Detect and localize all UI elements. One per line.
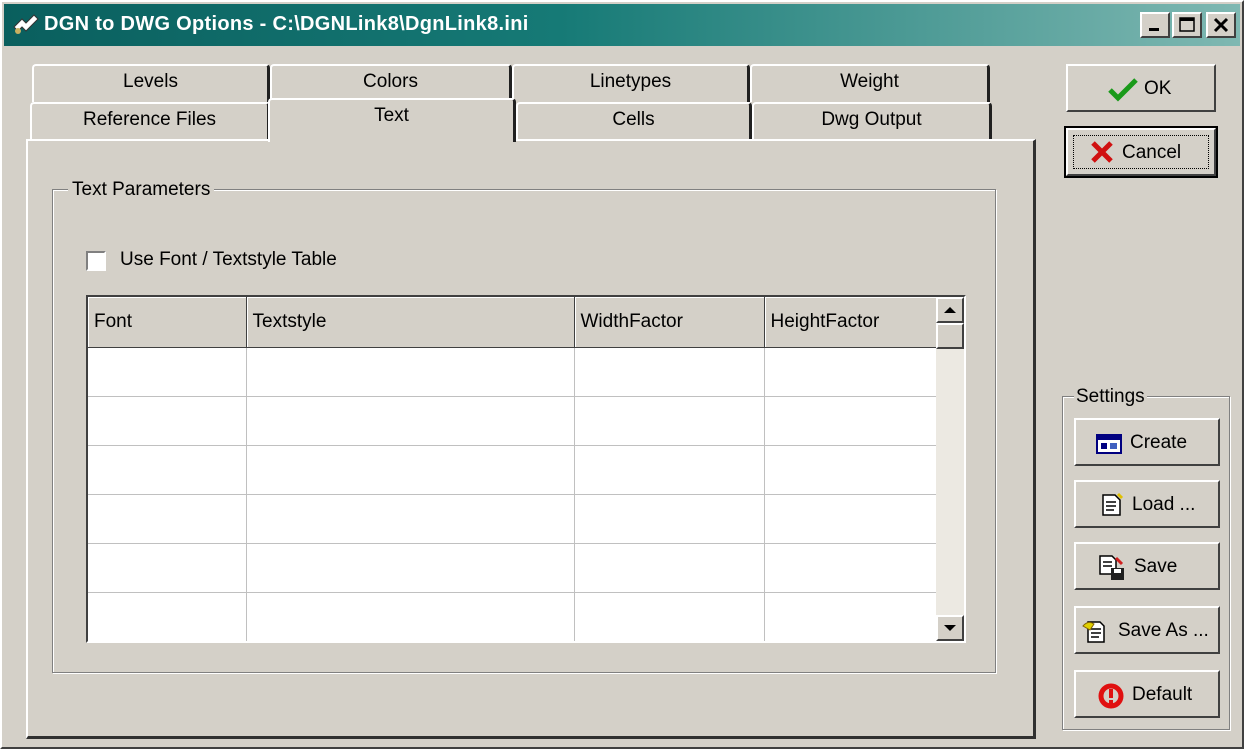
tab-colors[interactable]: Colors [270, 64, 512, 102]
table-cell[interactable] [246, 543, 575, 593]
table-cell[interactable] [764, 592, 937, 641]
settings-title: Settings [1074, 386, 1147, 408]
table-cell[interactable] [764, 396, 937, 446]
scroll-thumb[interactable] [936, 323, 964, 349]
table-row[interactable] [88, 494, 937, 544]
save-as-icon [1082, 621, 1105, 643]
window-title: DGN to DWG Options - C:\DGNLink8\DgnLink… [44, 13, 529, 35]
font-textstyle-table[interactable]: Font Textstyle WidthFactor HeightFactor [86, 295, 966, 643]
table-cell[interactable] [88, 494, 247, 544]
default-button[interactable]: Default [1074, 670, 1220, 718]
table-row[interactable] [88, 543, 937, 593]
create-icon [1096, 434, 1122, 454]
table-cell[interactable] [246, 445, 575, 495]
table-cell[interactable] [574, 445, 765, 495]
checkmark-icon [1108, 78, 1138, 102]
tab-linetypes[interactable]: Linetypes [512, 64, 750, 102]
table-row[interactable] [88, 396, 937, 446]
dialog-window: DGN to DWG Options - C:\DGNLink8\DgnLink… [0, 0, 1244, 749]
table-cell[interactable] [574, 592, 765, 641]
create-button[interactable]: Create [1074, 418, 1220, 466]
table-cell[interactable] [88, 592, 247, 641]
cancel-label: Cancel [1122, 142, 1182, 163]
title-bar[interactable]: DGN to DWG Options - C:\DGNLink8\DgnLink… [4, 4, 1240, 46]
table-cell[interactable] [246, 494, 575, 544]
table-row[interactable] [88, 592, 937, 641]
use-font-table-label[interactable]: Use Font / Textstyle Table [120, 249, 337, 271]
table-cell[interactable] [574, 396, 765, 446]
tab-reference-files[interactable]: Reference Files [30, 102, 270, 140]
column-header-font[interactable]: Font [88, 297, 247, 348]
load-label: Load ... [1132, 494, 1196, 515]
table-cell[interactable] [764, 347, 937, 397]
load-document-icon [1102, 492, 1124, 516]
scroll-down-button[interactable] [936, 615, 964, 641]
cancel-button[interactable]: Cancel [1064, 126, 1218, 178]
table-cell[interactable] [88, 396, 247, 446]
load-button[interactable]: Load ... [1074, 480, 1220, 528]
save-label: Save [1134, 556, 1178, 577]
table-cell[interactable] [764, 543, 937, 593]
arrow-up-icon [944, 307, 956, 313]
close-icon [1213, 17, 1229, 33]
tab-dwg-output[interactable]: Dwg Output [752, 102, 992, 140]
table-cell[interactable] [88, 543, 247, 593]
save-button[interactable]: Save [1074, 542, 1220, 590]
default-reset-icon [1098, 683, 1124, 709]
tab-cells[interactable]: Cells [516, 102, 752, 140]
tab-text[interactable]: Text [268, 98, 516, 142]
cancel-x-icon [1091, 141, 1113, 163]
app-icon [13, 14, 39, 34]
column-header-heightfactor[interactable]: HeightFactor [764, 297, 937, 348]
table-cell[interactable] [574, 347, 765, 397]
tab-weight[interactable]: Weight [750, 64, 990, 102]
table-vertical-scrollbar[interactable] [936, 297, 964, 641]
maximize-button[interactable] [1172, 12, 1202, 38]
column-header-textstyle[interactable]: Textstyle [246, 297, 575, 348]
table-cell[interactable] [88, 347, 247, 397]
maximize-icon [1179, 17, 1195, 32]
column-header-widthfactor[interactable]: WidthFactor [574, 297, 765, 348]
default-label: Default [1132, 684, 1193, 705]
table-row[interactable] [88, 445, 937, 495]
arrow-down-icon [944, 625, 956, 631]
table-cell[interactable] [246, 347, 575, 397]
save-icon [1099, 555, 1124, 580]
text-parameters-title: Text Parameters [68, 179, 215, 201]
use-font-table-checkbox[interactable] [86, 251, 106, 271]
table-cell[interactable] [88, 445, 247, 495]
save-as-label: Save As ... [1118, 620, 1209, 641]
table-cell[interactable] [574, 543, 765, 593]
table-cell[interactable] [574, 494, 765, 544]
tab-levels[interactable]: Levels [32, 64, 270, 102]
table-header-row: Font Textstyle WidthFactor HeightFactor [88, 297, 937, 348]
minimize-icon [1149, 28, 1159, 31]
close-button[interactable] [1206, 12, 1236, 38]
cancel-button-face: Cancel [1066, 128, 1216, 176]
table-row[interactable] [88, 347, 937, 397]
ok-label: OK [1144, 78, 1172, 99]
table-cell[interactable] [246, 396, 575, 446]
minimize-button[interactable] [1140, 12, 1170, 38]
ok-button[interactable]: OK [1066, 64, 1216, 112]
scroll-up-button[interactable] [936, 297, 964, 323]
table-cell[interactable] [764, 494, 937, 544]
create-label: Create [1130, 432, 1188, 453]
table-cell[interactable] [764, 445, 937, 495]
text-tab-panel: Text Parameters Use Font / Textstyle Tab… [26, 139, 1036, 739]
save-as-button[interactable]: Save As ... [1074, 606, 1220, 654]
table-cell[interactable] [246, 592, 575, 641]
